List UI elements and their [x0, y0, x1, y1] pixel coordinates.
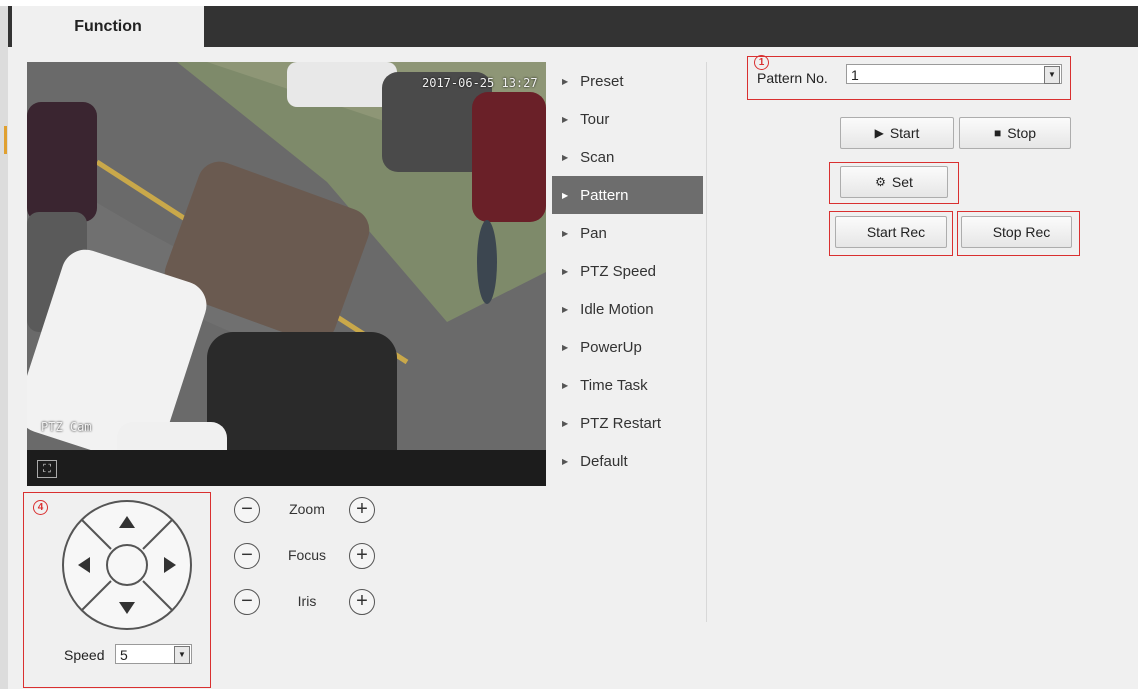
menu-item-tour[interactable]: ▶ Tour: [552, 100, 703, 138]
iris-label: Iris: [297, 593, 317, 609]
menu-item-label: PTZ Restart: [580, 414, 662, 432]
menu-item-label: Pattern: [580, 186, 629, 204]
zoom-out-button[interactable]: −: [234, 497, 260, 523]
focus-label: Focus: [287, 547, 327, 563]
focus-out-button[interactable]: −: [234, 543, 260, 569]
menu-item-label: Idle Motion: [580, 300, 654, 318]
pattern-no-select[interactable]: 1 ▼: [846, 64, 1062, 84]
pattern-no-label: Pattern No.: [757, 70, 828, 86]
gear-icon: ⚙: [875, 175, 886, 189]
caret-right-icon: ▶: [562, 228, 569, 238]
dropdown-arrow-icon[interactable]: ▼: [1044, 66, 1060, 84]
menu-item-label: Pan: [580, 224, 607, 242]
menu-item-label: Tour: [580, 110, 610, 128]
stop-button[interactable]: ■ Stop: [959, 117, 1071, 149]
focus-in-button[interactable]: +: [349, 543, 375, 569]
zoom-in-button[interactable]: +: [349, 497, 375, 523]
caret-right-icon: ▶: [562, 456, 569, 466]
menu-divider: [706, 62, 707, 622]
video-toolbar: ⛶: [27, 450, 546, 486]
stop-button-label: Stop: [1007, 125, 1037, 141]
menu-item-scan[interactable]: ▶ Scan: [552, 138, 703, 176]
annotation-number-4: 4: [33, 500, 48, 515]
menu-item-idle-motion[interactable]: ▶ Idle Motion: [552, 290, 703, 328]
start-rec-button[interactable]: Start Rec: [835, 216, 947, 248]
function-menu: ▶ Preset ▶ Tour ▶ Scan ▶ Pattern ▶ Pan ▶ PTZ S…: [552, 62, 703, 480]
menu-item-label: PowerUp: [580, 338, 642, 356]
menu-item-label: Scan: [580, 148, 615, 166]
menu-item-time-task[interactable]: ▶ Time Task: [552, 366, 703, 404]
fullscreen-icon[interactable]: ⛶: [37, 460, 57, 478]
left-edge-marker: [4, 126, 7, 154]
speed-select[interactable]: 5 ▼: [115, 644, 192, 664]
stop-rec-button[interactable]: Stop Rec: [961, 216, 1072, 248]
left-edge-bar: [0, 6, 8, 689]
menu-item-ptz-restart[interactable]: ▶ PTZ Restart: [552, 404, 703, 442]
menu-item-default[interactable]: ▶ Default: [552, 442, 703, 480]
menu-item-label: PTZ Speed: [580, 262, 657, 280]
pattern-no-value: 1: [851, 67, 859, 83]
speed-value: 5: [120, 647, 128, 663]
menu-item-label: Default: [580, 452, 628, 470]
caret-right-icon: ▶: [562, 76, 569, 86]
iris-open-button[interactable]: +: [349, 589, 375, 615]
menu-item-ptz-speed[interactable]: ▶ PTZ Speed: [552, 252, 703, 290]
caret-right-icon: ▶: [562, 380, 569, 390]
caret-right-icon: ▶: [562, 342, 569, 352]
video-preview: 2017-06-25 13:27 PTZ Cam: [27, 62, 546, 486]
menu-item-preset[interactable]: ▶ Preset: [552, 62, 703, 100]
caret-right-icon: ▶: [562, 114, 569, 124]
direction-pad[interactable]: [60, 498, 194, 632]
stop-rec-label: Stop Rec: [992, 224, 1051, 240]
set-button-label: Set: [891, 174, 913, 190]
speed-label: Speed: [64, 647, 105, 663]
start-button[interactable]: ▶ Start: [840, 117, 954, 149]
stop-square-icon: ■: [993, 126, 1002, 140]
menu-item-pan[interactable]: ▶ Pan: [552, 214, 703, 252]
video-scene: [27, 62, 546, 486]
iris-close-button[interactable]: −: [234, 589, 260, 615]
annotation-number-1: 1: [754, 55, 769, 70]
start-rec-label: Start Rec: [866, 224, 926, 240]
tab-function[interactable]: Function: [12, 6, 204, 47]
menu-item-powerup[interactable]: ▶ PowerUp: [552, 328, 703, 366]
menu-item-label: Time Task: [580, 376, 648, 394]
video-channel-overlay: PTZ Cam: [41, 420, 92, 434]
caret-right-icon: ▶: [562, 418, 569, 428]
dropdown-arrow-icon[interactable]: ▼: [174, 646, 190, 664]
play-icon: ▶: [874, 126, 884, 140]
menu-item-pattern[interactable]: ▶ Pattern: [552, 176, 703, 214]
caret-right-icon: ▶: [562, 304, 569, 314]
menu-item-label: Preset: [580, 72, 624, 90]
caret-right-icon: ▶: [562, 190, 569, 200]
caret-right-icon: ▶: [562, 152, 569, 162]
start-button-label: Start: [889, 125, 920, 141]
zoom-label: Zoom: [289, 501, 325, 517]
video-date-overlay: 2017-06-25 13:27: [422, 76, 538, 90]
set-button[interactable]: ⚙ Set: [840, 166, 948, 198]
caret-right-icon: ▶: [562, 266, 569, 276]
